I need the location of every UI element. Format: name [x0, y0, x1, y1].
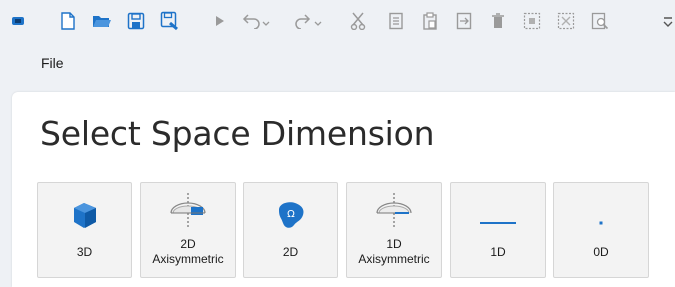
1d-axisymmetric-icon: [347, 193, 441, 227]
2d-axisymmetric-icon: [141, 193, 235, 227]
cut-icon[interactable]: [346, 8, 370, 34]
dimension-label: 2D Axisymmetric: [152, 237, 224, 266]
undo-icon[interactable]: [240, 8, 272, 34]
ribbon-bar: File: [0, 42, 675, 92]
clear-selection-icon[interactable]: [554, 8, 578, 34]
page-title: Select Space Dimension: [40, 114, 435, 153]
dimension-1d-button[interactable]: 1D: [450, 182, 546, 278]
run-icon[interactable]: [210, 8, 230, 34]
dimension-0d-button[interactable]: 0D: [553, 182, 649, 278]
save-as-icon[interactable]: [158, 8, 182, 34]
customize-toolbar-icon[interactable]: [660, 8, 675, 34]
dimension-label: 2D: [282, 245, 299, 259]
delete-icon[interactable]: [486, 8, 510, 34]
cube-3d-icon: [38, 199, 131, 231]
dimension-1d-axisymmetric-button[interactable]: 1D Axisymmetric: [346, 182, 442, 278]
dimension-label: 1D Axisymmetric: [358, 237, 430, 266]
select-all-icon[interactable]: [520, 8, 544, 34]
select-space-dimension-panel: Select Space Dimension 3D 2D Axisymmetri…: [12, 92, 675, 287]
dimension-label: 1D: [490, 245, 506, 259]
line-1d-icon: [451, 199, 545, 231]
file-menu-tab[interactable]: File: [41, 55, 64, 71]
redo-icon[interactable]: [294, 8, 326, 34]
2d-domain-icon: Ω: [244, 199, 337, 231]
copy-icon[interactable]: [384, 8, 408, 34]
dimension-2d-axisymmetric-button[interactable]: 2D Axisymmetric: [140, 182, 236, 278]
point-0d-icon: [554, 199, 648, 231]
duplicate-icon[interactable]: [452, 8, 476, 34]
dimension-2d-button[interactable]: Ω 2D: [243, 182, 338, 278]
app-menu-icon[interactable]: [6, 8, 30, 34]
quick-access-toolbar: [0, 0, 675, 42]
open-folder-icon[interactable]: [90, 8, 114, 34]
paste-icon[interactable]: [418, 8, 442, 34]
svg-text:Ω: Ω: [287, 209, 295, 220]
save-icon[interactable]: [124, 8, 148, 34]
dimension-label: 0D: [593, 245, 609, 259]
dimension-label: 3D: [76, 245, 93, 259]
dimension-3d-button[interactable]: 3D: [37, 182, 132, 278]
new-file-icon[interactable]: [56, 8, 80, 34]
find-icon[interactable]: [588, 8, 612, 34]
